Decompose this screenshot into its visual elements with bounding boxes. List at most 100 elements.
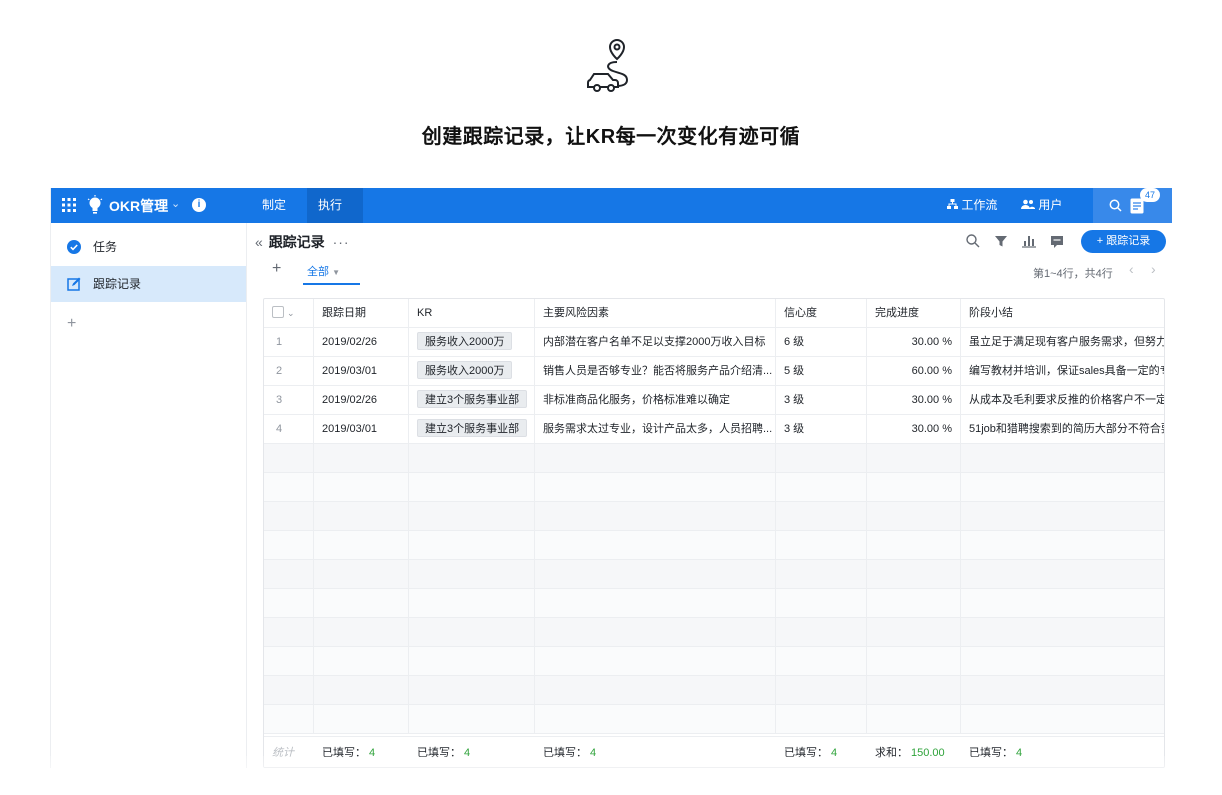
date-cell[interactable]: 2019/02/26 [314, 386, 409, 415]
prev-page-icon[interactable]: ‹ [1129, 261, 1134, 277]
column-header[interactable]: 主要风险因素 [535, 299, 776, 328]
empty-cell [409, 647, 535, 676]
select-all-checkbox[interactable]: ⌄ [264, 299, 314, 328]
users-button[interactable]: 用户 [1021, 188, 1062, 223]
empty-row [264, 444, 1164, 473]
empty-cell [961, 705, 1164, 734]
column-header[interactable]: KR [409, 299, 535, 328]
add-tracking-record-button[interactable]: + 跟踪记录 [1081, 230, 1166, 253]
kr-cell[interactable]: 服务收入2000万 [409, 357, 535, 386]
sidebar: 任务 跟踪记录 + [51, 223, 247, 768]
tab-execute[interactable]: 执行 ▼ [307, 188, 363, 246]
summary-cell[interactable]: 从成本及毛利要求反推的价格客户不一定能 [961, 386, 1164, 415]
caret-down-icon: ▼ [332, 268, 340, 277]
empty-cell [535, 676, 776, 705]
view-tab-label: 全部 [307, 266, 329, 278]
table-row[interactable]: 1 2019/02/26 服务收入2000万 内部潜在客户名单不足以支撑2000… [264, 328, 1164, 357]
comment-icon[interactable] [1049, 233, 1065, 249]
workflow-button[interactable]: 工作流 [947, 188, 997, 223]
risk-cell[interactable]: 非标准商品化服务，价格标准难以确定 [535, 386, 776, 415]
empty-row [264, 676, 1164, 705]
records-table: ⌄ 跟踪日期 KR 主要风险因素 信心度 完成进度 阶段小结 1 2019/02… [263, 298, 1165, 768]
info-icon[interactable]: i [192, 198, 206, 212]
date-cell[interactable]: 2019/03/01 [314, 415, 409, 444]
empty-cell [867, 531, 961, 560]
notification-badge: 47 [1140, 188, 1160, 202]
empty-cell [961, 444, 1164, 473]
table-row[interactable]: 2 2019/03/01 服务收入2000万 销售人员是否够专业？能否将服务产品… [264, 357, 1164, 386]
column-header[interactable]: 完成进度 [867, 299, 961, 328]
add-view-button[interactable]: + [272, 260, 281, 278]
empty-cell [314, 560, 409, 589]
empty-cell [535, 560, 776, 589]
date-cell[interactable]: 2019/03/01 [314, 357, 409, 386]
collapse-icon[interactable]: « [255, 234, 263, 250]
kr-cell[interactable]: 建立3个服务事业部 [409, 415, 535, 444]
filter-icon[interactable] [993, 233, 1009, 249]
empty-cell [264, 705, 314, 734]
chevron-down-icon[interactable]: ⌄ [171, 197, 180, 210]
column-header[interactable]: 跟踪日期 [314, 299, 409, 328]
empty-cell [264, 444, 314, 473]
progress-cell[interactable]: 30.00 % [867, 386, 961, 415]
search-icon[interactable] [965, 233, 981, 249]
empty-cell [409, 531, 535, 560]
empty-cell [961, 502, 1164, 531]
route-car-icon [587, 38, 629, 92]
empty-cell [314, 618, 409, 647]
empty-cell [867, 705, 961, 734]
app-name[interactable]: OKR管理 [109, 196, 168, 216]
risk-cell[interactable]: 销售人员是否够专业？能否将服务产品介绍清... [535, 357, 776, 386]
kr-cell[interactable]: 服务收入2000万 [409, 328, 535, 357]
top-bar: OKR管理 ⌄ i 制定 执行 ▼ 工作流 用户 [51, 188, 1172, 246]
summary-cell[interactable]: 虽立足于满足现有客户服务需求，但努力外 [961, 328, 1164, 357]
next-page-icon[interactable]: › [1151, 261, 1156, 277]
page-title-text: 跟踪记录 [268, 234, 325, 250]
summary-cell[interactable]: 编写教材并培训，保证sales具备一定的专业 [961, 357, 1164, 386]
risk-cell[interactable]: 内部潜在客户名单不足以支撑2000万收入目标 [535, 328, 776, 357]
kr-tag: 服务收入2000万 [417, 361, 513, 379]
empty-cell [776, 560, 867, 589]
summary-cell[interactable]: 51job和猎聘搜索到的简历大部分不符合要求 [961, 415, 1164, 444]
search-icon[interactable] [1109, 199, 1122, 212]
sidebar-item-tasks[interactable]: 任务 [51, 229, 246, 265]
kr-cell[interactable]: 建立3个服务事业部 [409, 386, 535, 415]
empty-cell [776, 589, 867, 618]
lightbulb-icon [87, 195, 103, 214]
confidence-cell[interactable]: 6 级 [776, 328, 867, 357]
add-item-button[interactable]: + [67, 315, 76, 333]
progress-cell[interactable]: 30.00 % [867, 328, 961, 357]
empty-cell [776, 531, 867, 560]
empty-cell [867, 444, 961, 473]
top-actions [1093, 188, 1172, 223]
confidence-cell[interactable]: 5 级 [776, 357, 867, 386]
progress-cell[interactable]: 60.00 % [867, 357, 961, 386]
view-tab-all[interactable]: 全部 ▼ [307, 263, 340, 279]
more-icon[interactable]: ··· [333, 234, 350, 250]
empty-cell [961, 473, 1164, 502]
row-number: 1 [264, 328, 314, 357]
empty-cell [776, 676, 867, 705]
table-row[interactable]: 3 2019/02/26 建立3个服务事业部 非标准商品化服务，价格标准难以确定… [264, 386, 1164, 415]
apps-grid-icon[interactable] [61, 197, 77, 213]
chart-icon[interactable] [1021, 233, 1037, 249]
kr-tag: 建立3个服务事业部 [417, 419, 528, 437]
tab-plan[interactable]: 制定 [251, 188, 297, 223]
risk-cell[interactable]: 服务需求太过专业，设计产品太多，人员招聘... [535, 415, 776, 444]
empty-cell [409, 502, 535, 531]
empty-cell [867, 589, 961, 618]
sidebar-item-tracking[interactable]: 跟踪记录 [51, 266, 246, 302]
table-row[interactable]: 4 2019/03/01 建立3个服务事业部 服务需求太过专业，设计产品太多，人… [264, 415, 1164, 444]
empty-cell [867, 647, 961, 676]
progress-cell[interactable]: 30.00 % [867, 415, 961, 444]
empty-cell [776, 705, 867, 734]
empty-cell [409, 589, 535, 618]
column-header[interactable]: 信心度 [776, 299, 867, 328]
kr-tag: 服务收入2000万 [417, 332, 513, 350]
table-header: ⌄ 跟踪日期 KR 主要风险因素 信心度 完成进度 阶段小结 [264, 299, 1164, 328]
confidence-cell[interactable]: 3 级 [776, 415, 867, 444]
confidence-cell[interactable]: 3 级 [776, 386, 867, 415]
column-header[interactable]: 阶段小结 [961, 299, 1164, 328]
date-cell[interactable]: 2019/02/26 [314, 328, 409, 357]
empty-cell [409, 676, 535, 705]
